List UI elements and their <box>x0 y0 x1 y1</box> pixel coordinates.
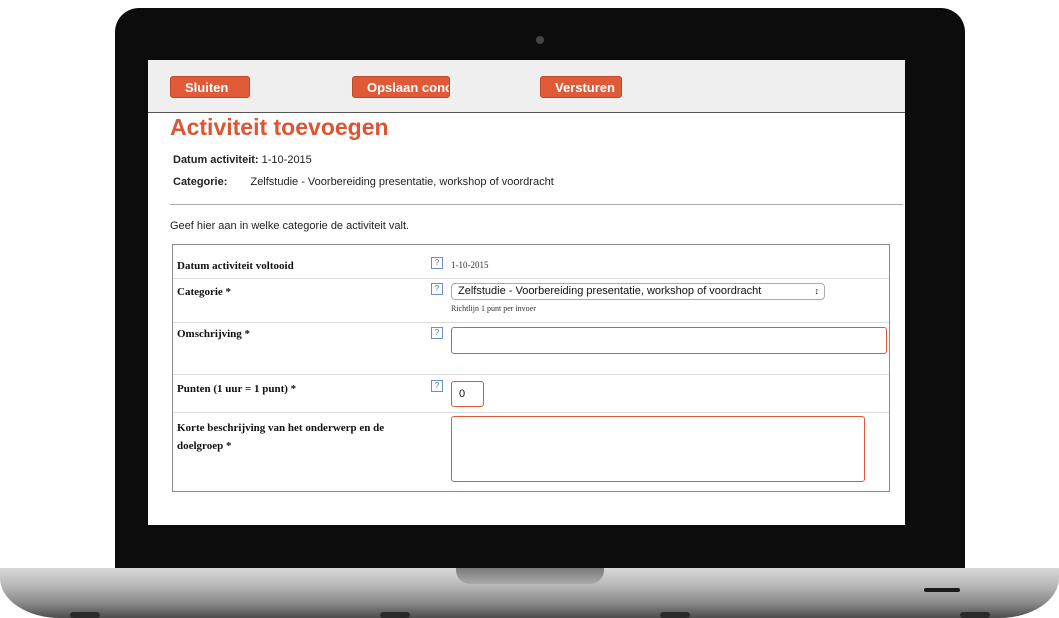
category-selected-value: Zelfstudie - Voorbereiding presentatie, … <box>458 285 762 297</box>
up-down-arrow-icon: ↕ <box>814 286 820 296</box>
question-icon[interactable]: ? <box>431 380 443 392</box>
description-input[interactable] <box>451 327 887 354</box>
question-icon[interactable]: ? <box>431 283 443 295</box>
laptop-foot <box>70 612 100 618</box>
page-title: Activiteit toevoegen <box>170 114 389 140</box>
question-icon[interactable]: ? <box>431 327 443 339</box>
short-description-label-line2: doelgroep * <box>177 440 232 452</box>
screen: Sluiten Opslaan conc Versturen Activitei… <box>148 60 905 525</box>
submit-button[interactable]: Versturen <box>540 76 622 98</box>
short-description-label: Korte beschrijving van het onderwerp en … <box>177 419 384 455</box>
short-description-label-line1: Korte beschrijving van het onderwerp en … <box>177 422 385 434</box>
row-description: Omschrijving * ? <box>173 323 889 375</box>
laptop-notch <box>456 568 604 584</box>
category-hint: Richtlijn 1 punt per invoer <box>451 304 536 313</box>
activity-date-value: 1-10-2015 <box>261 154 312 166</box>
category-label: Categorie * <box>177 286 232 298</box>
status-led <box>924 588 960 592</box>
row-short-description: Korte beschrijving van het onderwerp en … <box>173 413 889 491</box>
row-category: Categorie * ? Zelfstudie - Voorbereiding… <box>173 279 889 323</box>
row-points: Punten (1 uur = 1 punt) * ? 0 <box>173 375 889 413</box>
activity-category-value: Zelfstudie - Voorbereiding presentatie, … <box>250 176 554 188</box>
date-completed-label: Datum activiteit voltooid <box>177 260 294 272</box>
laptop-foot <box>380 612 410 618</box>
points-label: Punten (1 uur = 1 punt) * <box>177 383 297 395</box>
points-input[interactable]: 0 <box>451 381 484 407</box>
activity-category-label: Categorie: <box>173 176 228 188</box>
activity-date: Datum activiteit: 1-10-2015 <box>173 154 312 166</box>
toolbar: Sluiten Opslaan conc Versturen <box>148 60 905 113</box>
activity-category: Categorie: Zelfstudie - Voorbereiding pr… <box>173 176 554 188</box>
row-date-completed: Datum activiteit voltooid ? 1-10-2015 <box>173 245 889 279</box>
camera-icon <box>536 36 544 44</box>
description-label: Omschrijving * <box>177 328 251 340</box>
intro-text: Geef hier aan in welke categorie de acti… <box>170 220 410 232</box>
divider <box>170 204 903 205</box>
date-completed-value: 1-10-2015 <box>451 260 489 270</box>
laptop-foot <box>960 612 990 618</box>
save-draft-button[interactable]: Opslaan conc <box>352 76 450 98</box>
activity-form: Datum activiteit voltooid ? 1-10-2015 Ca… <box>172 244 890 492</box>
category-select[interactable]: Zelfstudie - Voorbereiding presentatie, … <box>451 283 825 300</box>
close-button[interactable]: Sluiten <box>170 76 250 98</box>
question-icon[interactable]: ? <box>431 257 443 269</box>
laptop-foot <box>660 612 690 618</box>
short-description-textarea[interactable] <box>451 416 865 482</box>
activity-date-label: Datum activiteit: <box>173 154 259 166</box>
